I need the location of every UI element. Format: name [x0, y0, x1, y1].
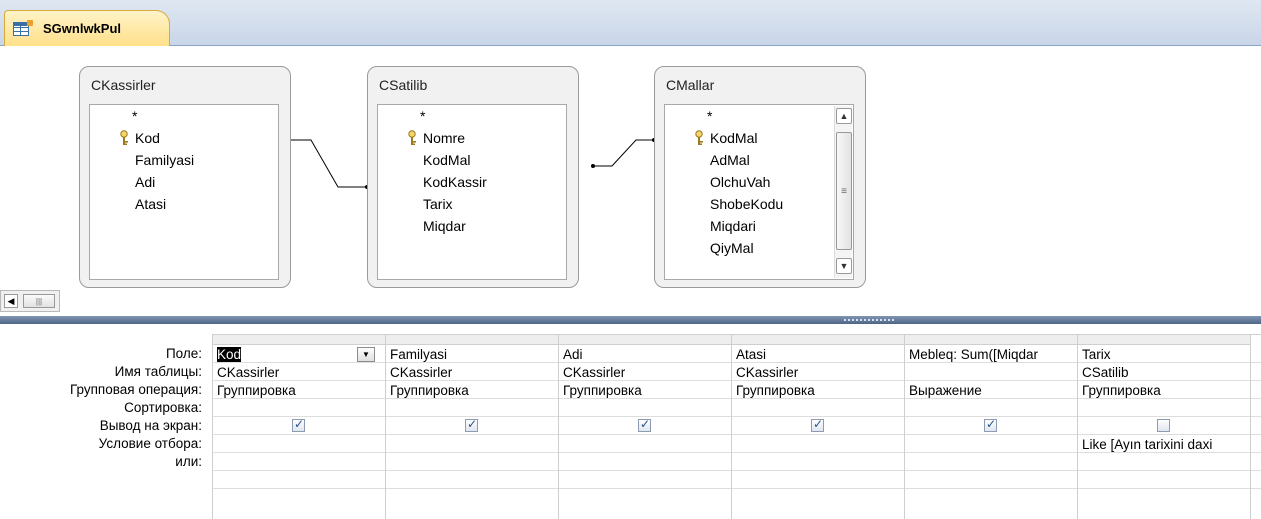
cell-field[interactable]: Adi — [563, 346, 583, 363]
field-item[interactable]: Familyasi — [135, 149, 194, 171]
cell-total[interactable]: Группировка — [736, 382, 815, 399]
cell-field[interactable]: Familyasi — [390, 346, 447, 363]
field-item[interactable]: Atasi — [135, 193, 166, 215]
primary-key-icon — [695, 130, 703, 145]
scroll-thumb[interactable]: ||| — [23, 294, 55, 308]
field-item[interactable]: * — [707, 105, 712, 127]
cell-field[interactable]: Kod — [217, 346, 242, 363]
table-box-csatilib[interactable]: CSatilib * Nomre KodMal KodKassir Tarix … — [367, 66, 579, 288]
cell-field[interactable]: Tarix — [1082, 346, 1111, 363]
show-checkbox[interactable] — [984, 417, 997, 432]
cell-total[interactable]: Группировка — [217, 382, 296, 399]
row-label-field: Поле: — [165, 346, 202, 361]
field-item[interactable]: Adi — [135, 171, 155, 193]
cell-total[interactable]: Группировка — [1082, 382, 1161, 399]
row-label-table: Имя таблицы: — [114, 364, 202, 379]
query-design-grid: Поле: Имя таблицы: Групповая операция: С… — [0, 324, 1261, 519]
tab-query[interactable]: SGwnlwkPul — [4, 10, 170, 46]
query-design-icon — [13, 19, 33, 38]
field-list[interactable]: * KodMal AdMal OlchuVah ShobeKodu Miqdar… — [664, 104, 854, 280]
grid-columns: Kod ▼ CKassirler Группировка Familyasi C… — [212, 334, 1261, 519]
scroll-down-icon[interactable]: ▼ — [836, 258, 852, 274]
pane-splitter[interactable] — [0, 316, 1261, 324]
field-item-key[interactable]: KodMal — [710, 127, 757, 149]
field-item-key[interactable]: Nomre — [423, 127, 465, 149]
row-label-show: Вывод на экран: — [99, 418, 202, 433]
grid-column[interactable]: Adi CKassirler Группировка — [558, 335, 731, 519]
scroll-up-icon[interactable]: ▲ — [836, 108, 852, 124]
field-item[interactable]: Tarix — [423, 193, 453, 215]
cell-table[interactable]: CKassirler — [736, 364, 798, 381]
cell-table[interactable]: CKassirler — [217, 364, 279, 381]
field-item[interactable]: Miqdari — [710, 215, 756, 237]
primary-key-icon — [120, 130, 128, 145]
column-selector[interactable] — [213, 335, 385, 345]
relationship-line-mal — [593, 139, 654, 167]
query-diagram-pane: CKassirler * Kod Familyasi Adi Atasi CSa… — [0, 46, 1261, 312]
splitter-grip[interactable] — [844, 319, 896, 321]
table-name: CKassirler — [91, 77, 156, 93]
field-list[interactable]: * Kod Familyasi Adi Atasi — [89, 104, 279, 280]
column-selector[interactable] — [559, 335, 731, 345]
cell-field[interactable]: Mebleq: Sum([Miqdar — [909, 346, 1038, 363]
row-label-or: или: — [175, 454, 202, 469]
cell-field[interactable]: Atasi — [736, 346, 766, 363]
field-item[interactable]: KodMal — [423, 149, 470, 171]
cell-total[interactable]: Группировка — [390, 382, 469, 399]
horizontal-scrollbar[interactable]: ◀ ||| — [0, 290, 60, 312]
cell-table[interactable]: CKassirler — [563, 364, 625, 381]
show-checkbox[interactable] — [465, 417, 478, 432]
column-selector[interactable] — [732, 335, 904, 345]
show-checkbox[interactable] — [811, 417, 824, 432]
field-item-key[interactable]: Kod — [135, 127, 160, 149]
primary-key-icon — [408, 130, 416, 145]
chevron-down-icon[interactable]: ▼ — [357, 347, 375, 362]
scroll-left-icon[interactable]: ◀ — [4, 294, 18, 308]
field-item[interactable]: KodKassir — [423, 171, 487, 193]
show-checkbox[interactable] — [292, 417, 305, 432]
tab-title: SGwnlwkPul — [43, 21, 122, 36]
cell-table[interactable]: CSatilib — [1082, 364, 1129, 381]
grid-column[interactable]: Kod ▼ CKassirler Группировка — [212, 335, 385, 519]
field-item[interactable]: * — [420, 105, 425, 127]
field-item[interactable]: AdMal — [710, 149, 750, 171]
cell-total[interactable]: Группировка — [563, 382, 642, 399]
vertical-scrollbar[interactable]: ▲ ≡ ▼ — [834, 106, 852, 278]
show-checkbox[interactable] — [1157, 419, 1170, 432]
field-list[interactable]: * Nomre KodMal KodKassir Tarix Miqdar — [377, 104, 567, 280]
cell-criteria[interactable]: Like [Ayın tarixini daxi — [1082, 436, 1250, 453]
table-name: CMallar — [666, 77, 715, 93]
table-name: CSatilib — [379, 77, 428, 93]
grid-column[interactable]: Familyasi CKassirler Группировка — [385, 335, 558, 519]
document-tab-strip: SGwnlwkPul — [0, 0, 1261, 46]
column-selector[interactable] — [386, 335, 558, 345]
column-selector[interactable] — [1078, 335, 1250, 345]
cell-table[interactable]: CKassirler — [390, 364, 452, 381]
row-label-total: Групповая операция: — [69, 382, 202, 397]
table-box-ckassirler[interactable]: CKassirler * Kod Familyasi Adi Atasi — [79, 66, 291, 288]
grid-column[interactable]: Tarix CSatilib Группировка Like [Ayın ta… — [1077, 335, 1250, 519]
field-item[interactable]: ShobeKodu — [710, 193, 783, 215]
field-item[interactable]: Miqdar — [423, 215, 466, 237]
relationship-line-kassir — [289, 139, 367, 188]
grid-column[interactable]: Atasi CKassirler Группировка — [731, 335, 904, 519]
field-item[interactable]: * — [132, 105, 137, 127]
show-checkbox[interactable] — [638, 417, 651, 432]
row-label-criteria: Условие отбора: — [98, 436, 202, 451]
grid-column[interactable]: Mebleq: Sum([Miqdar Выражение — [904, 335, 1077, 519]
column-selector[interactable] — [905, 335, 1077, 345]
grid-column-empty[interactable] — [1250, 335, 1261, 519]
row-label-sort: Сортировка: — [124, 400, 202, 415]
field-item[interactable]: OlchuVah — [710, 171, 770, 193]
field-item[interactable]: QiyMal — [710, 237, 754, 259]
cell-total[interactable]: Выражение — [909, 382, 982, 399]
scroll-thumb[interactable]: ≡ — [836, 132, 852, 250]
table-box-cmallar[interactable]: CMallar * KodMal AdMal OlchuVah ShobeKod… — [654, 66, 866, 288]
